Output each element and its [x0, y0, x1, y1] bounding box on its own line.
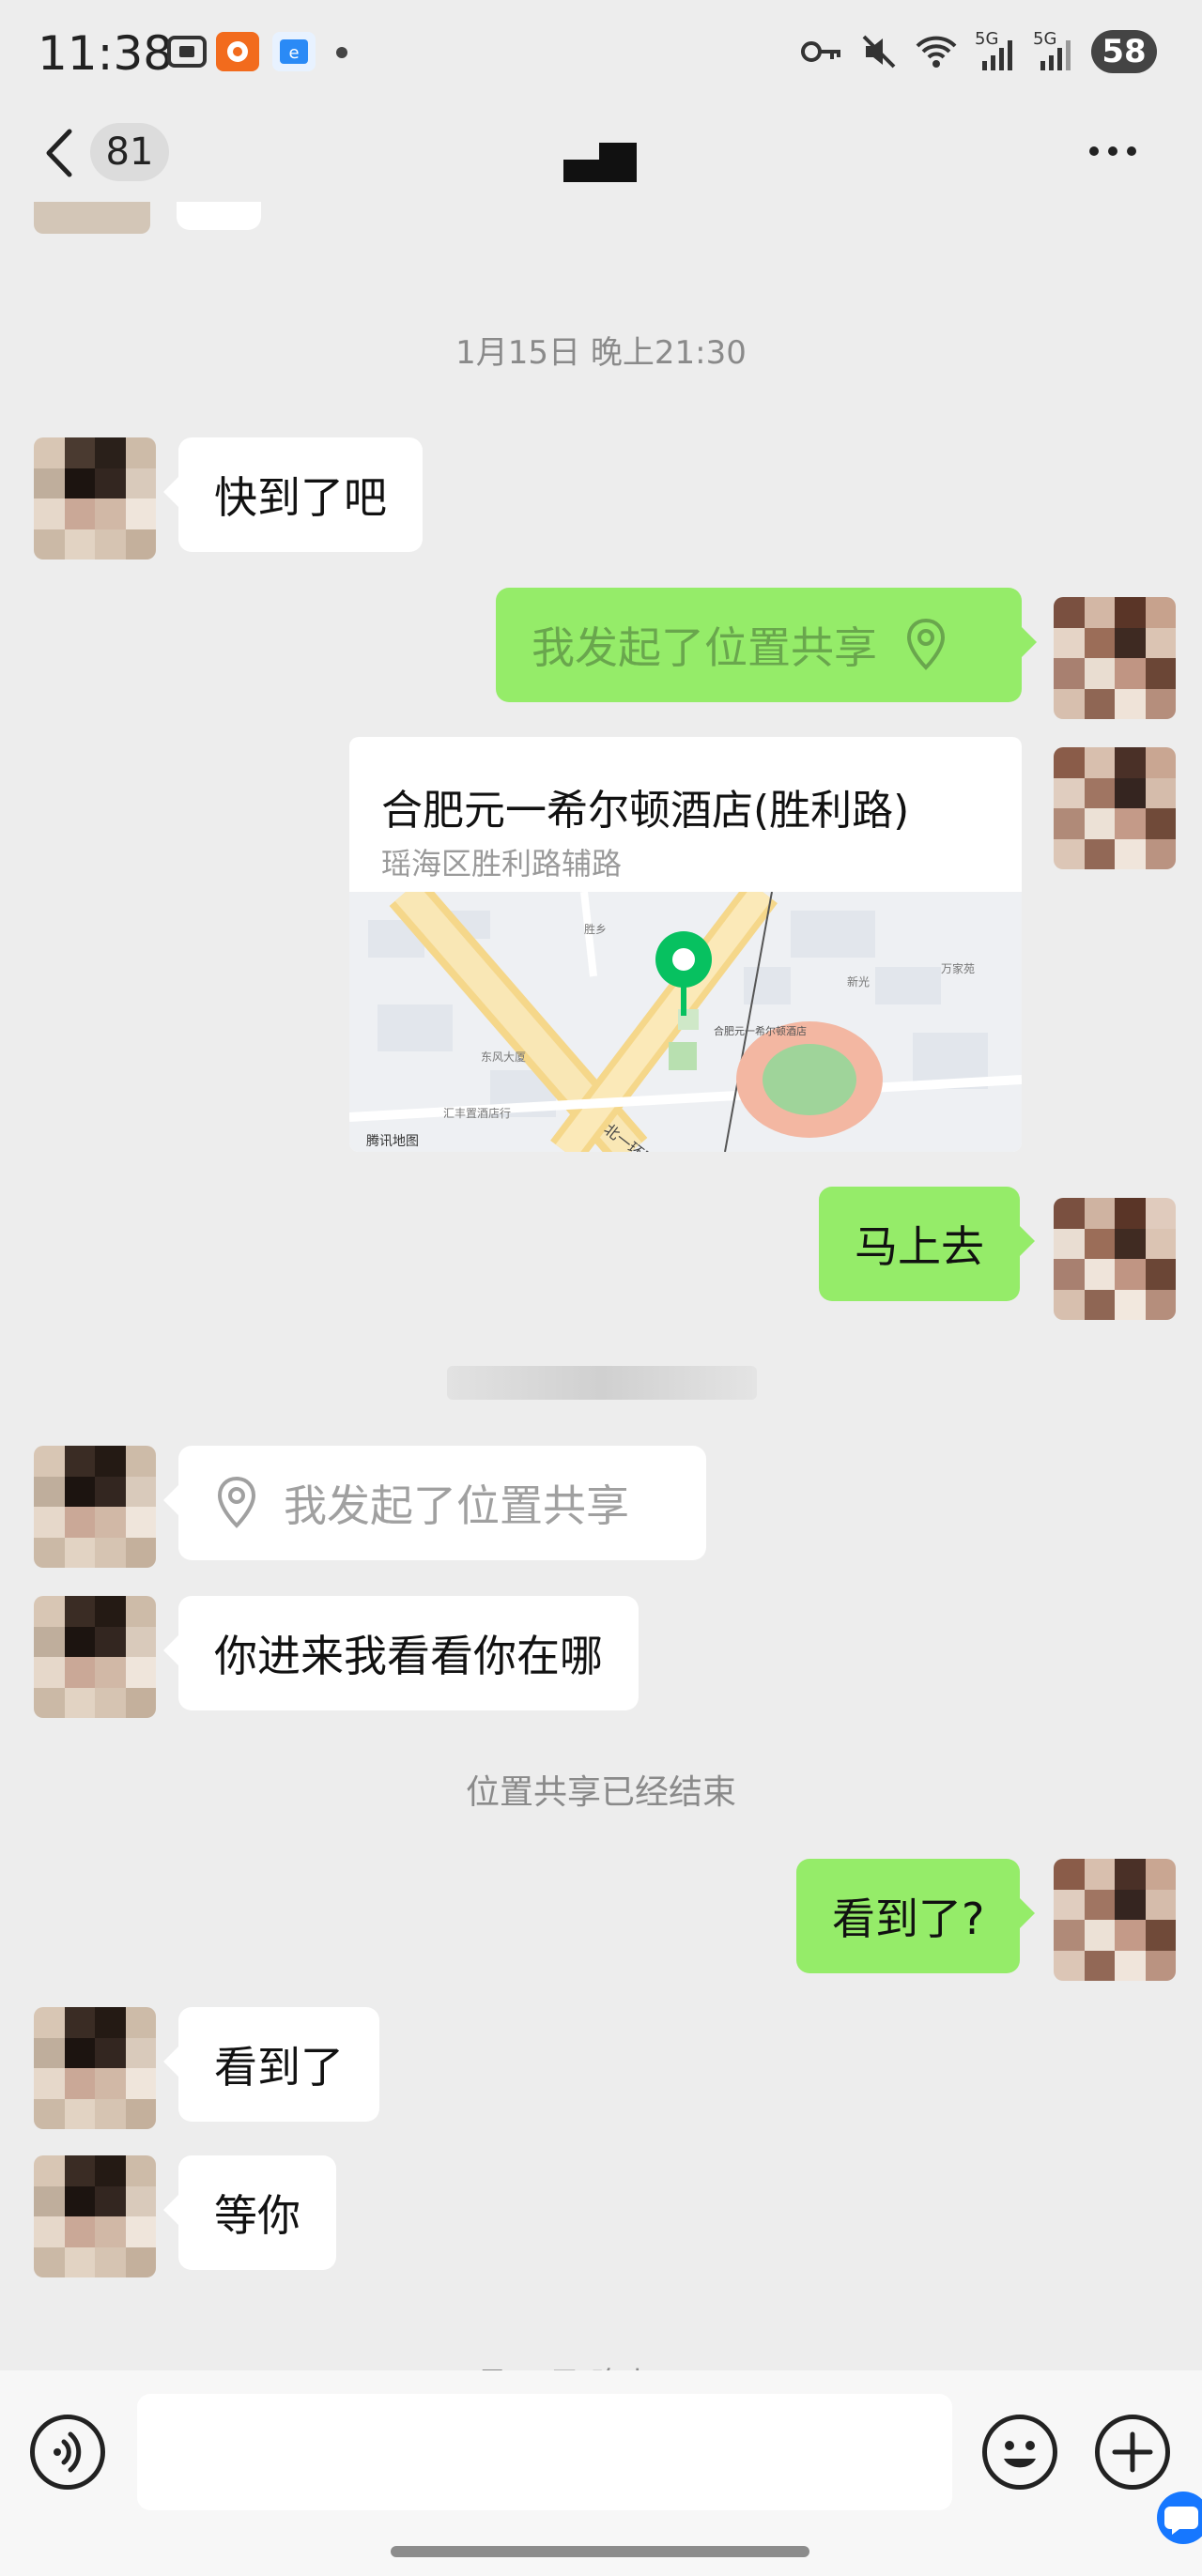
avatar[interactable] — [34, 2007, 156, 2129]
map-brand-label: 腾讯地图 — [366, 1133, 419, 1149]
unread-count-badge[interactable]: 81 — [90, 123, 169, 181]
message-text: 马上去 — [855, 1221, 984, 1272]
home-indicator — [391, 2546, 809, 2557]
floating-chat-icon[interactable] — [1157, 2492, 1202, 2544]
location-card[interactable]: 合肥元一希尔顿酒店(胜利路) 瑶海区胜利路辅路 北一环路 合肥元一希尔顿酒店 万… — [349, 737, 1022, 1152]
my-avatar[interactable] — [1054, 1198, 1176, 1320]
my-avatar[interactable] — [1054, 1859, 1176, 1981]
my-avatar[interactable] — [1054, 747, 1176, 869]
battery-icon: 58 — [1091, 30, 1157, 73]
key-icon — [801, 41, 840, 62]
dot-icon — [336, 47, 347, 58]
message-bubble[interactable]: 马上去 — [819, 1187, 1035, 1301]
clipped-bubble-remnant — [177, 202, 261, 230]
voice-input-button[interactable] — [30, 2415, 105, 2490]
location-map[interactable]: 北一环路 合肥元一希尔顿酒店 万家苑 新光 胜乡 东风大厦 汇丰置酒店行 腾讯地… — [349, 892, 1022, 1152]
message-bubble[interactable]: 快到了吧 — [163, 437, 423, 552]
signal-5g-icon: 5G — [1033, 29, 1074, 72]
mute-icon — [862, 35, 896, 69]
avatar[interactable] — [34, 1446, 156, 1568]
blurred-system-message — [447, 1366, 757, 1400]
clipped-message-remnant — [34, 202, 150, 234]
map-label: 东风大厦 — [481, 1050, 526, 1064]
status-bar: 11:38 e 5G 5G 58 — [0, 0, 1202, 103]
message-text: 看到了? — [832, 1894, 985, 1944]
message-bubble[interactable]: 看到了? — [796, 1859, 1036, 1973]
message-bubble[interactable]: 看到了 — [163, 2007, 379, 2122]
message-text: 你进来我看看你在哪 — [214, 1631, 603, 1681]
emoji-button[interactable] — [982, 2415, 1057, 2490]
avatar[interactable] — [34, 437, 156, 560]
message-text: 我发起了位置共享 — [532, 622, 877, 673]
avatar[interactable] — [34, 1596, 156, 1718]
back-button[interactable] — [39, 122, 96, 184]
avatar[interactable] — [34, 2155, 156, 2277]
app-icon-orange — [216, 32, 259, 71]
map-label: 万家苑 — [941, 961, 975, 975]
my-avatar[interactable] — [1054, 597, 1176, 719]
add-button[interactable] — [1095, 2415, 1170, 2490]
location-pin-icon — [906, 618, 946, 670]
status-time: 11:38 — [38, 26, 174, 81]
location-address: 瑶海区胜利路辅路 — [381, 846, 623, 882]
svg-text:e: e — [288, 43, 299, 63]
signal-5g-icon: 5G — [975, 29, 1016, 72]
message-text: 等你 — [214, 2190, 300, 2241]
more-options-button[interactable] — [1089, 137, 1146, 165]
message-input[interactable] — [137, 2394, 952, 2510]
location-pin-icon — [217, 1476, 256, 1528]
chat-title — [563, 143, 639, 182]
wifi-icon — [916, 36, 957, 68]
screenshot-icon — [165, 32, 208, 71]
status-right-group: 5G 5G 58 — [800, 28, 1157, 75]
message-bubble[interactable]: 你进来我看看你在哪 — [163, 1596, 639, 1710]
message-text: 我发起了位置共享 — [284, 1480, 629, 1531]
message-bubble[interactable]: 等你 — [163, 2155, 336, 2270]
app-icon-blue: e — [272, 32, 316, 71]
map-hotel-label: 合肥元一希尔顿酒店 — [714, 1024, 807, 1037]
timestamp: 1月15日 晚上21:30 — [455, 334, 747, 372]
map-label: 汇丰置酒店行 — [443, 1107, 511, 1120]
location-share-bubble[interactable]: 我发起了位置共享 — [496, 588, 1037, 702]
system-message: 位置共享已经结束 — [465, 1773, 736, 1812]
map-label: 新光 — [847, 974, 870, 989]
battery-level: 58 — [1102, 33, 1147, 70]
location-share-bubble[interactable]: 我发起了位置共享 — [163, 1446, 706, 1560]
location-name: 合肥元一希尔顿酒店(胜利路) — [381, 787, 910, 835]
map-label: 胜乡 — [584, 922, 607, 936]
message-text: 看到了 — [214, 2042, 344, 2093]
message-text: 快到了吧 — [214, 472, 387, 523]
